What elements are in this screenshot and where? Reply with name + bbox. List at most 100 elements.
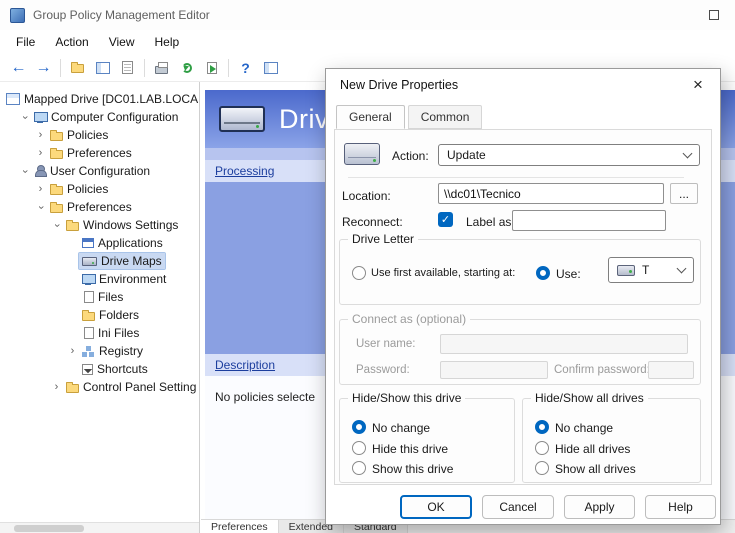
- location-input[interactable]: [438, 183, 664, 204]
- location-label: Location:: [342, 189, 391, 203]
- label-as-input[interactable]: [512, 210, 666, 231]
- chevron-down-icon[interactable]: ›: [19, 111, 30, 124]
- tree-item-user-configuration[interactable]: › User Configuration: [0, 162, 199, 180]
- radio-hide-this-drive[interactable]: [352, 441, 366, 455]
- reconnect-label: Reconnect:: [342, 215, 403, 229]
- refresh-button[interactable]: [174, 56, 199, 80]
- radio-use-letter[interactable]: [536, 266, 550, 280]
- chevron-down-icon[interactable]: ›: [19, 165, 30, 178]
- tree-item-drive-maps[interactable]: Drive Maps: [0, 252, 199, 270]
- maximize-button[interactable]: [709, 10, 719, 20]
- description-link[interactable]: Description: [215, 358, 275, 372]
- hide-show-all-group-label: Hide/Show all drives: [531, 391, 648, 405]
- processing-link[interactable]: Processing: [215, 164, 274, 178]
- chevron-down-icon[interactable]: ›: [51, 219, 62, 232]
- help-icon: ?: [241, 60, 250, 76]
- tree-horizontal-scrollbar[interactable]: [0, 522, 199, 533]
- radio-use-first-available[interactable]: [352, 266, 366, 280]
- tree-item-files[interactable]: Files: [0, 288, 199, 306]
- menu-action[interactable]: Action: [45, 32, 98, 52]
- drive-header-icon: [219, 106, 265, 132]
- tree-item-environment[interactable]: Environment: [0, 270, 199, 288]
- list-view-button[interactable]: [258, 56, 283, 80]
- chevron-right-icon[interactable]: ›: [34, 148, 47, 159]
- tree-item-computer-policies[interactable]: › Policies: [0, 126, 199, 144]
- radio-hide-all-drives[interactable]: [535, 441, 549, 455]
- tree-item-computer-preferences[interactable]: › Preferences: [0, 144, 199, 162]
- tree-item-shortcuts[interactable]: Shortcuts: [0, 360, 199, 378]
- action-select[interactable]: Update: [438, 144, 700, 166]
- action-label: Action:: [392, 149, 429, 163]
- tree-item-folders[interactable]: Folders: [0, 306, 199, 324]
- hide-show-this-drive-group: Hide/Show this drive No change Hide this…: [339, 398, 515, 483]
- gpo-icon: [6, 93, 20, 105]
- tree-item-computer-configuration[interactable]: › Computer Configuration: [0, 108, 199, 126]
- drive-icon: [82, 257, 97, 266]
- radio-show-this-drive[interactable]: [352, 461, 366, 475]
- chevron-right-icon[interactable]: ›: [34, 130, 47, 141]
- file-icon: [84, 327, 94, 339]
- computer-icon: [34, 112, 47, 123]
- print-button[interactable]: [149, 56, 174, 80]
- up-folder-button[interactable]: [65, 56, 90, 80]
- tree-item-user-policies[interactable]: › Policies: [0, 180, 199, 198]
- radio-all-no-change[interactable]: [535, 420, 549, 434]
- chevron-right-icon[interactable]: ›: [66, 346, 79, 357]
- properties-button[interactable]: [115, 56, 140, 80]
- tree-item-applications[interactable]: Applications: [0, 234, 199, 252]
- folder-icon: [71, 64, 84, 73]
- cancel-button[interactable]: Cancel: [482, 495, 554, 519]
- clipboard-icon: [122, 61, 133, 74]
- menu-file[interactable]: File: [6, 32, 45, 52]
- console-tree-icon: [96, 62, 110, 74]
- chevron-right-icon[interactable]: ›: [34, 184, 47, 195]
- tree-item-windows-settings[interactable]: › Windows Settings: [0, 216, 199, 234]
- chevron-right-icon[interactable]: ›: [50, 382, 63, 393]
- tree-item-root[interactable]: Mapped Drive [DC01.LAB.LOCA: [0, 90, 199, 108]
- forward-button[interactable]: →: [31, 56, 56, 80]
- browse-button[interactable]: ...: [670, 183, 698, 204]
- scrollbar-thumb[interactable]: [14, 525, 84, 532]
- show-all-drives-label: Show all drives: [555, 462, 636, 476]
- tree-item-registry[interactable]: › Registry: [0, 342, 199, 360]
- folder-icon: [66, 384, 79, 393]
- this-no-change-label: No change: [372, 421, 430, 435]
- ok-button[interactable]: OK: [400, 495, 472, 519]
- list-view-icon: [264, 62, 278, 74]
- apply-button[interactable]: Apply: [564, 495, 635, 519]
- use-label: Use:: [556, 267, 581, 281]
- printer-icon: [155, 66, 168, 74]
- tree-item-control-panel-settings[interactable]: › Control Panel Setting: [0, 378, 199, 396]
- registry-icon: [82, 346, 95, 357]
- back-button[interactable]: ←: [6, 56, 31, 80]
- help-button[interactable]: Help: [645, 495, 716, 519]
- menu-help[interactable]: Help: [145, 32, 190, 52]
- folder-icon: [50, 204, 63, 213]
- help-button[interactable]: ?: [233, 56, 258, 80]
- chevron-down-icon: [677, 263, 687, 273]
- tab-preferences[interactable]: Preferences: [201, 520, 279, 533]
- hide-this-drive-label: Hide this drive: [372, 442, 448, 456]
- folder-icon: [82, 312, 95, 321]
- show-this-drive-label: Show this drive: [372, 462, 453, 476]
- label-as-label: Label as:: [466, 215, 515, 229]
- tab-general[interactable]: General: [336, 105, 405, 129]
- radio-show-all-drives[interactable]: [535, 461, 549, 475]
- app-icon: [10, 8, 25, 23]
- export-list-button[interactable]: [199, 56, 224, 80]
- console-tree-pane: Mapped Drive [DC01.LAB.LOCA › Computer C…: [0, 82, 200, 533]
- tree-item-user-preferences[interactable]: › Preferences: [0, 198, 199, 216]
- reconnect-checkbox[interactable]: [438, 212, 453, 227]
- environment-icon: [82, 274, 95, 285]
- tree-item-ini-files[interactable]: Ini Files: [0, 324, 199, 342]
- console-tree-button[interactable]: [90, 56, 115, 80]
- drive-letter-select[interactable]: T: [608, 257, 694, 283]
- tab-common[interactable]: Common: [408, 105, 483, 129]
- chevron-down-icon[interactable]: ›: [35, 201, 46, 214]
- dialog-title: New Drive Properties: [340, 78, 458, 92]
- folder-icon: [50, 150, 63, 159]
- toolbar-separator: [60, 59, 61, 77]
- close-icon[interactable]: ×: [684, 73, 712, 97]
- menu-view[interactable]: View: [99, 32, 145, 52]
- radio-this-no-change[interactable]: [352, 420, 366, 434]
